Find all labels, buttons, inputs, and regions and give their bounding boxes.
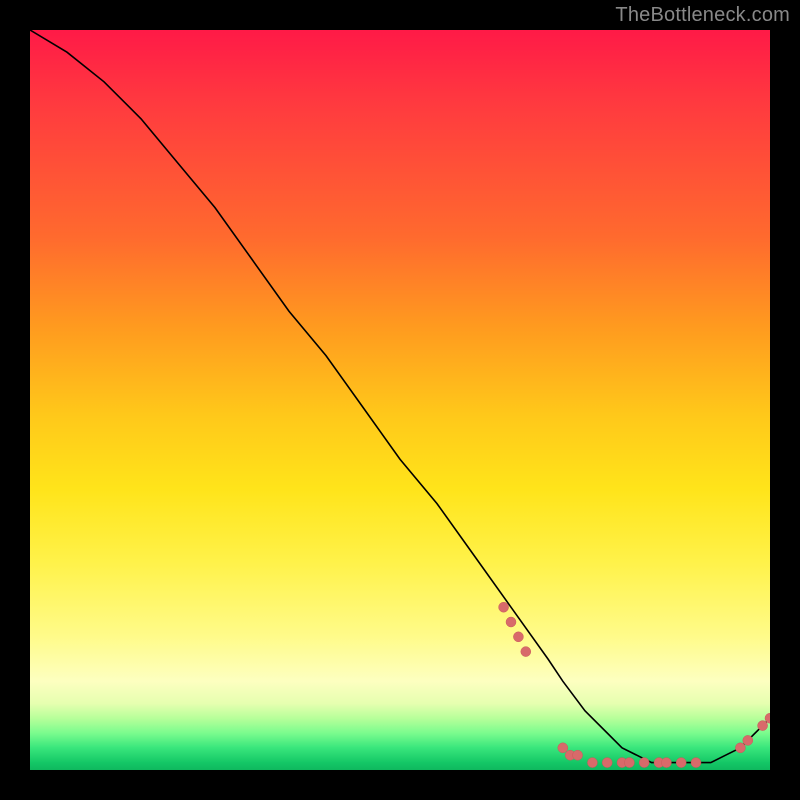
chart-svg bbox=[30, 30, 770, 770]
data-point bbox=[676, 758, 686, 768]
bottleneck-curve bbox=[30, 30, 770, 763]
data-point bbox=[521, 647, 531, 657]
watermark-text: TheBottleneck.com bbox=[615, 4, 790, 27]
data-point bbox=[691, 758, 701, 768]
scatter-markers bbox=[499, 602, 770, 767]
data-point bbox=[639, 758, 649, 768]
data-point bbox=[506, 617, 516, 627]
data-point bbox=[624, 758, 634, 768]
data-point bbox=[743, 735, 753, 745]
plot-area bbox=[30, 30, 770, 770]
data-point bbox=[513, 632, 523, 642]
data-point bbox=[602, 758, 612, 768]
data-point bbox=[499, 602, 509, 612]
data-point bbox=[758, 721, 768, 731]
chart-frame: TheBottleneck.com bbox=[0, 0, 800, 800]
data-point bbox=[661, 758, 671, 768]
data-point bbox=[573, 750, 583, 760]
data-point bbox=[735, 743, 745, 753]
data-point bbox=[587, 758, 597, 768]
data-point bbox=[558, 743, 568, 753]
